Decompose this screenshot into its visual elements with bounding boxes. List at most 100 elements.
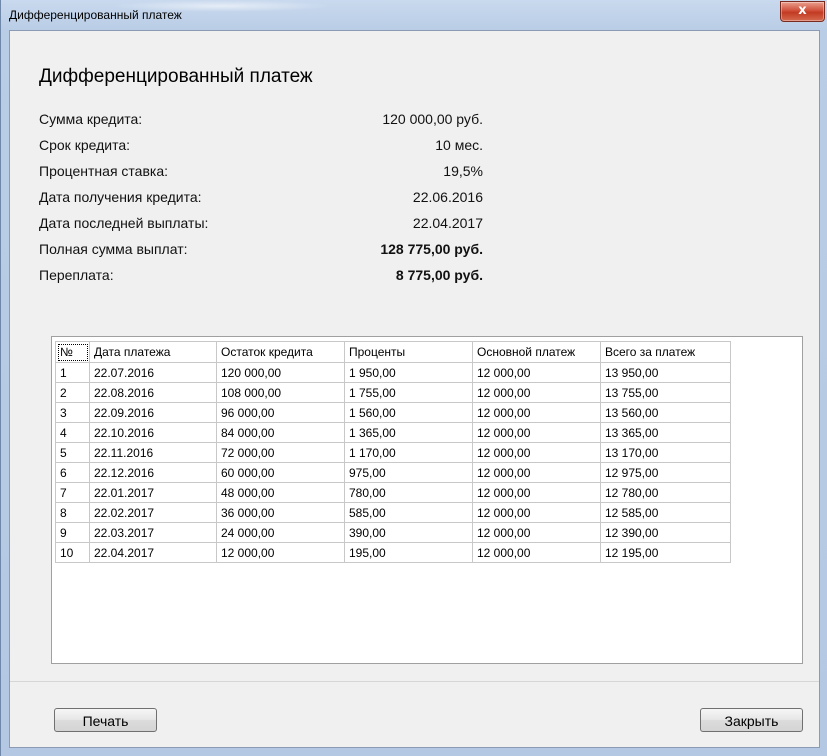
- table-row[interactable]: 5 22.11.2016 72 000,00 1 170,00 12 000,00 13 …: [55, 442, 731, 463]
- table-row[interactable]: 2 22.08.2016 108 000,00 1 755,00 12 000,00 13…: [55, 382, 731, 403]
- summary-label: Дата получения кредита:: [39, 189, 202, 205]
- table-cell[interactable]: 22.11.2016: [89, 442, 217, 463]
- summary-value: 120 000,00 руб.: [382, 111, 483, 127]
- table-cell[interactable]: 72 000,00: [216, 442, 345, 463]
- table-cell[interactable]: 12 000,00: [472, 382, 601, 403]
- summary-value: 128 775,00 руб.: [380, 241, 483, 257]
- table-cell[interactable]: 22.08.2016: [89, 382, 217, 403]
- footer-divider: [10, 681, 819, 682]
- table-cell[interactable]: 84 000,00: [216, 422, 345, 443]
- column-header[interactable]: Остаток кредита: [216, 341, 345, 363]
- summary-value: 22.06.2016: [412, 189, 483, 205]
- table-cell[interactable]: 12 000,00: [472, 542, 601, 563]
- column-header[interactable]: Всего за платеж: [600, 341, 731, 363]
- table-cell[interactable]: 22.07.2016: [89, 362, 217, 383]
- table-cell[interactable]: 195,00: [344, 542, 473, 563]
- close-button[interactable]: Закрыть: [700, 708, 803, 732]
- column-header[interactable]: Проценты: [344, 341, 473, 363]
- table-cell[interactable]: 48 000,00: [216, 482, 345, 503]
- summary-label: Срок кредита:: [39, 137, 131, 153]
- table-cell[interactable]: 12 000,00: [216, 542, 345, 563]
- column-header[interactable]: №: [55, 341, 90, 363]
- table-header-row: № Дата платежа Остаток кредита Проценты Осно…: [55, 341, 731, 363]
- table-cell[interactable]: 5: [55, 442, 90, 463]
- summary-label: Полная сумма выплат:: [39, 241, 188, 257]
- table-cell[interactable]: 1 170,00: [344, 442, 473, 463]
- table-cell[interactable]: 3: [55, 402, 90, 423]
- table-row[interactable]: 4 22.10.2016 84 000,00 1 365,00 12 000,00 13 …: [55, 422, 731, 443]
- table-cell[interactable]: 13 755,00: [600, 382, 731, 403]
- table-cell[interactable]: 12 195,00: [600, 542, 731, 563]
- table-cell[interactable]: 22.03.2017: [89, 522, 217, 543]
- table-cell[interactable]: 60 000,00: [216, 462, 345, 483]
- table-cell[interactable]: 780,00: [344, 482, 473, 503]
- table-cell[interactable]: 12 975,00: [600, 462, 731, 483]
- table-cell[interactable]: 12 780,00: [600, 482, 731, 503]
- table-row[interactable]: 8 22.02.2017 36 000,00 585,00 12 000,00 12 58…: [55, 502, 731, 523]
- table-row[interactable]: 3 22.09.2016 96 000,00 1 560,00 12 000,00 13 …: [55, 402, 731, 423]
- table-cell[interactable]: 12 390,00: [600, 522, 731, 543]
- table-cell[interactable]: 1: [55, 362, 90, 383]
- table-cell[interactable]: 22.12.2016: [89, 462, 217, 483]
- summary-label: Переплата:: [39, 267, 114, 283]
- table-cell[interactable]: 10: [55, 542, 90, 563]
- table-cell[interactable]: 390,00: [344, 522, 473, 543]
- table-row[interactable]: 6 22.12.2016 60 000,00 975,00 12 000,00 12 97…: [55, 462, 731, 483]
- summary-label: Дата последней выплаты:: [39, 215, 209, 231]
- window-title: Дифференцированный платеж: [9, 8, 182, 22]
- column-header[interactable]: Дата платежа: [89, 341, 217, 363]
- table-cell[interactable]: 36 000,00: [216, 502, 345, 523]
- close-icon: x: [798, 3, 807, 18]
- column-header[interactable]: Основной платеж: [472, 341, 601, 363]
- table-cell[interactable]: 22.01.2017: [89, 482, 217, 503]
- table-cell[interactable]: 96 000,00: [216, 402, 345, 423]
- table-cell[interactable]: 1 560,00: [344, 402, 473, 423]
- table-cell[interactable]: 120 000,00: [216, 362, 345, 383]
- print-button[interactable]: Печать: [54, 708, 157, 732]
- table-row[interactable]: 9 22.03.2017 24 000,00 390,00 12 000,00 12 39…: [55, 522, 731, 543]
- window-close-button[interactable]: x: [780, 1, 825, 22]
- table-cell[interactable]: 24 000,00: [216, 522, 345, 543]
- table-cell[interactable]: 9: [55, 522, 90, 543]
- summary-value: 19,5%: [443, 163, 483, 179]
- table-cell[interactable]: 22.04.2017: [89, 542, 217, 563]
- table-cell[interactable]: 12 000,00: [472, 362, 601, 383]
- table-cell[interactable]: 12 000,00: [472, 502, 601, 523]
- table-cell[interactable]: 1 365,00: [344, 422, 473, 443]
- table-cell[interactable]: 7: [55, 482, 90, 503]
- title-bar[interactable]: Дифференцированный платеж x: [1, 0, 827, 30]
- table-cell[interactable]: 585,00: [344, 502, 473, 523]
- table-cell[interactable]: 8: [55, 502, 90, 523]
- payment-schedule-grid[interactable]: № Дата платежа Остаток кредита Проценты Осно…: [51, 336, 803, 664]
- dialog-client-area: Дифференцированный платеж Сумма кредита:…: [9, 30, 820, 748]
- table-cell[interactable]: 2: [55, 382, 90, 403]
- table-cell[interactable]: 22.02.2017: [89, 502, 217, 523]
- table-cell[interactable]: 22.10.2016: [89, 422, 217, 443]
- table-row[interactable]: 10 22.04.2017 12 000,00 195,00 12 000,00 12 1…: [55, 542, 731, 563]
- table-cell[interactable]: 12 000,00: [472, 462, 601, 483]
- table-cell[interactable]: 12 000,00: [472, 482, 601, 503]
- page-title: Дифференцированный платеж: [39, 66, 313, 87]
- summary-value: 8 775,00 руб.: [395, 267, 483, 283]
- summary-label: Сумма кредита:: [39, 111, 143, 127]
- dialog-window: Дифференцированный платеж x Дифференциро…: [0, 0, 827, 756]
- table-cell[interactable]: 1 755,00: [344, 382, 473, 403]
- table-cell[interactable]: 13 560,00: [600, 402, 731, 423]
- table-cell[interactable]: 12 000,00: [472, 522, 601, 543]
- table-cell[interactable]: 22.09.2016: [89, 402, 217, 423]
- table-cell[interactable]: 4: [55, 422, 90, 443]
- table-cell[interactable]: 108 000,00: [216, 382, 345, 403]
- table-cell[interactable]: 6: [55, 462, 90, 483]
- table-row[interactable]: 7 22.01.2017 48 000,00 780,00 12 000,00 12 78…: [55, 482, 731, 503]
- table-cell[interactable]: 12 000,00: [472, 442, 601, 463]
- table-cell[interactable]: 12 000,00: [472, 402, 601, 423]
- table-cell[interactable]: 12 585,00: [600, 502, 731, 523]
- table-cell[interactable]: 12 000,00: [472, 422, 601, 443]
- summary-label: Процентная ставка:: [39, 163, 169, 179]
- table-cell[interactable]: 1 950,00: [344, 362, 473, 383]
- table-cell[interactable]: 13 950,00: [600, 362, 731, 383]
- table-row[interactable]: 1 22.07.2016 120 000,00 1 950,00 12 000,00 13…: [55, 362, 731, 383]
- table-cell[interactable]: 975,00: [344, 462, 473, 483]
- table-cell[interactable]: 13 170,00: [600, 442, 731, 463]
- table-cell[interactable]: 13 365,00: [600, 422, 731, 443]
